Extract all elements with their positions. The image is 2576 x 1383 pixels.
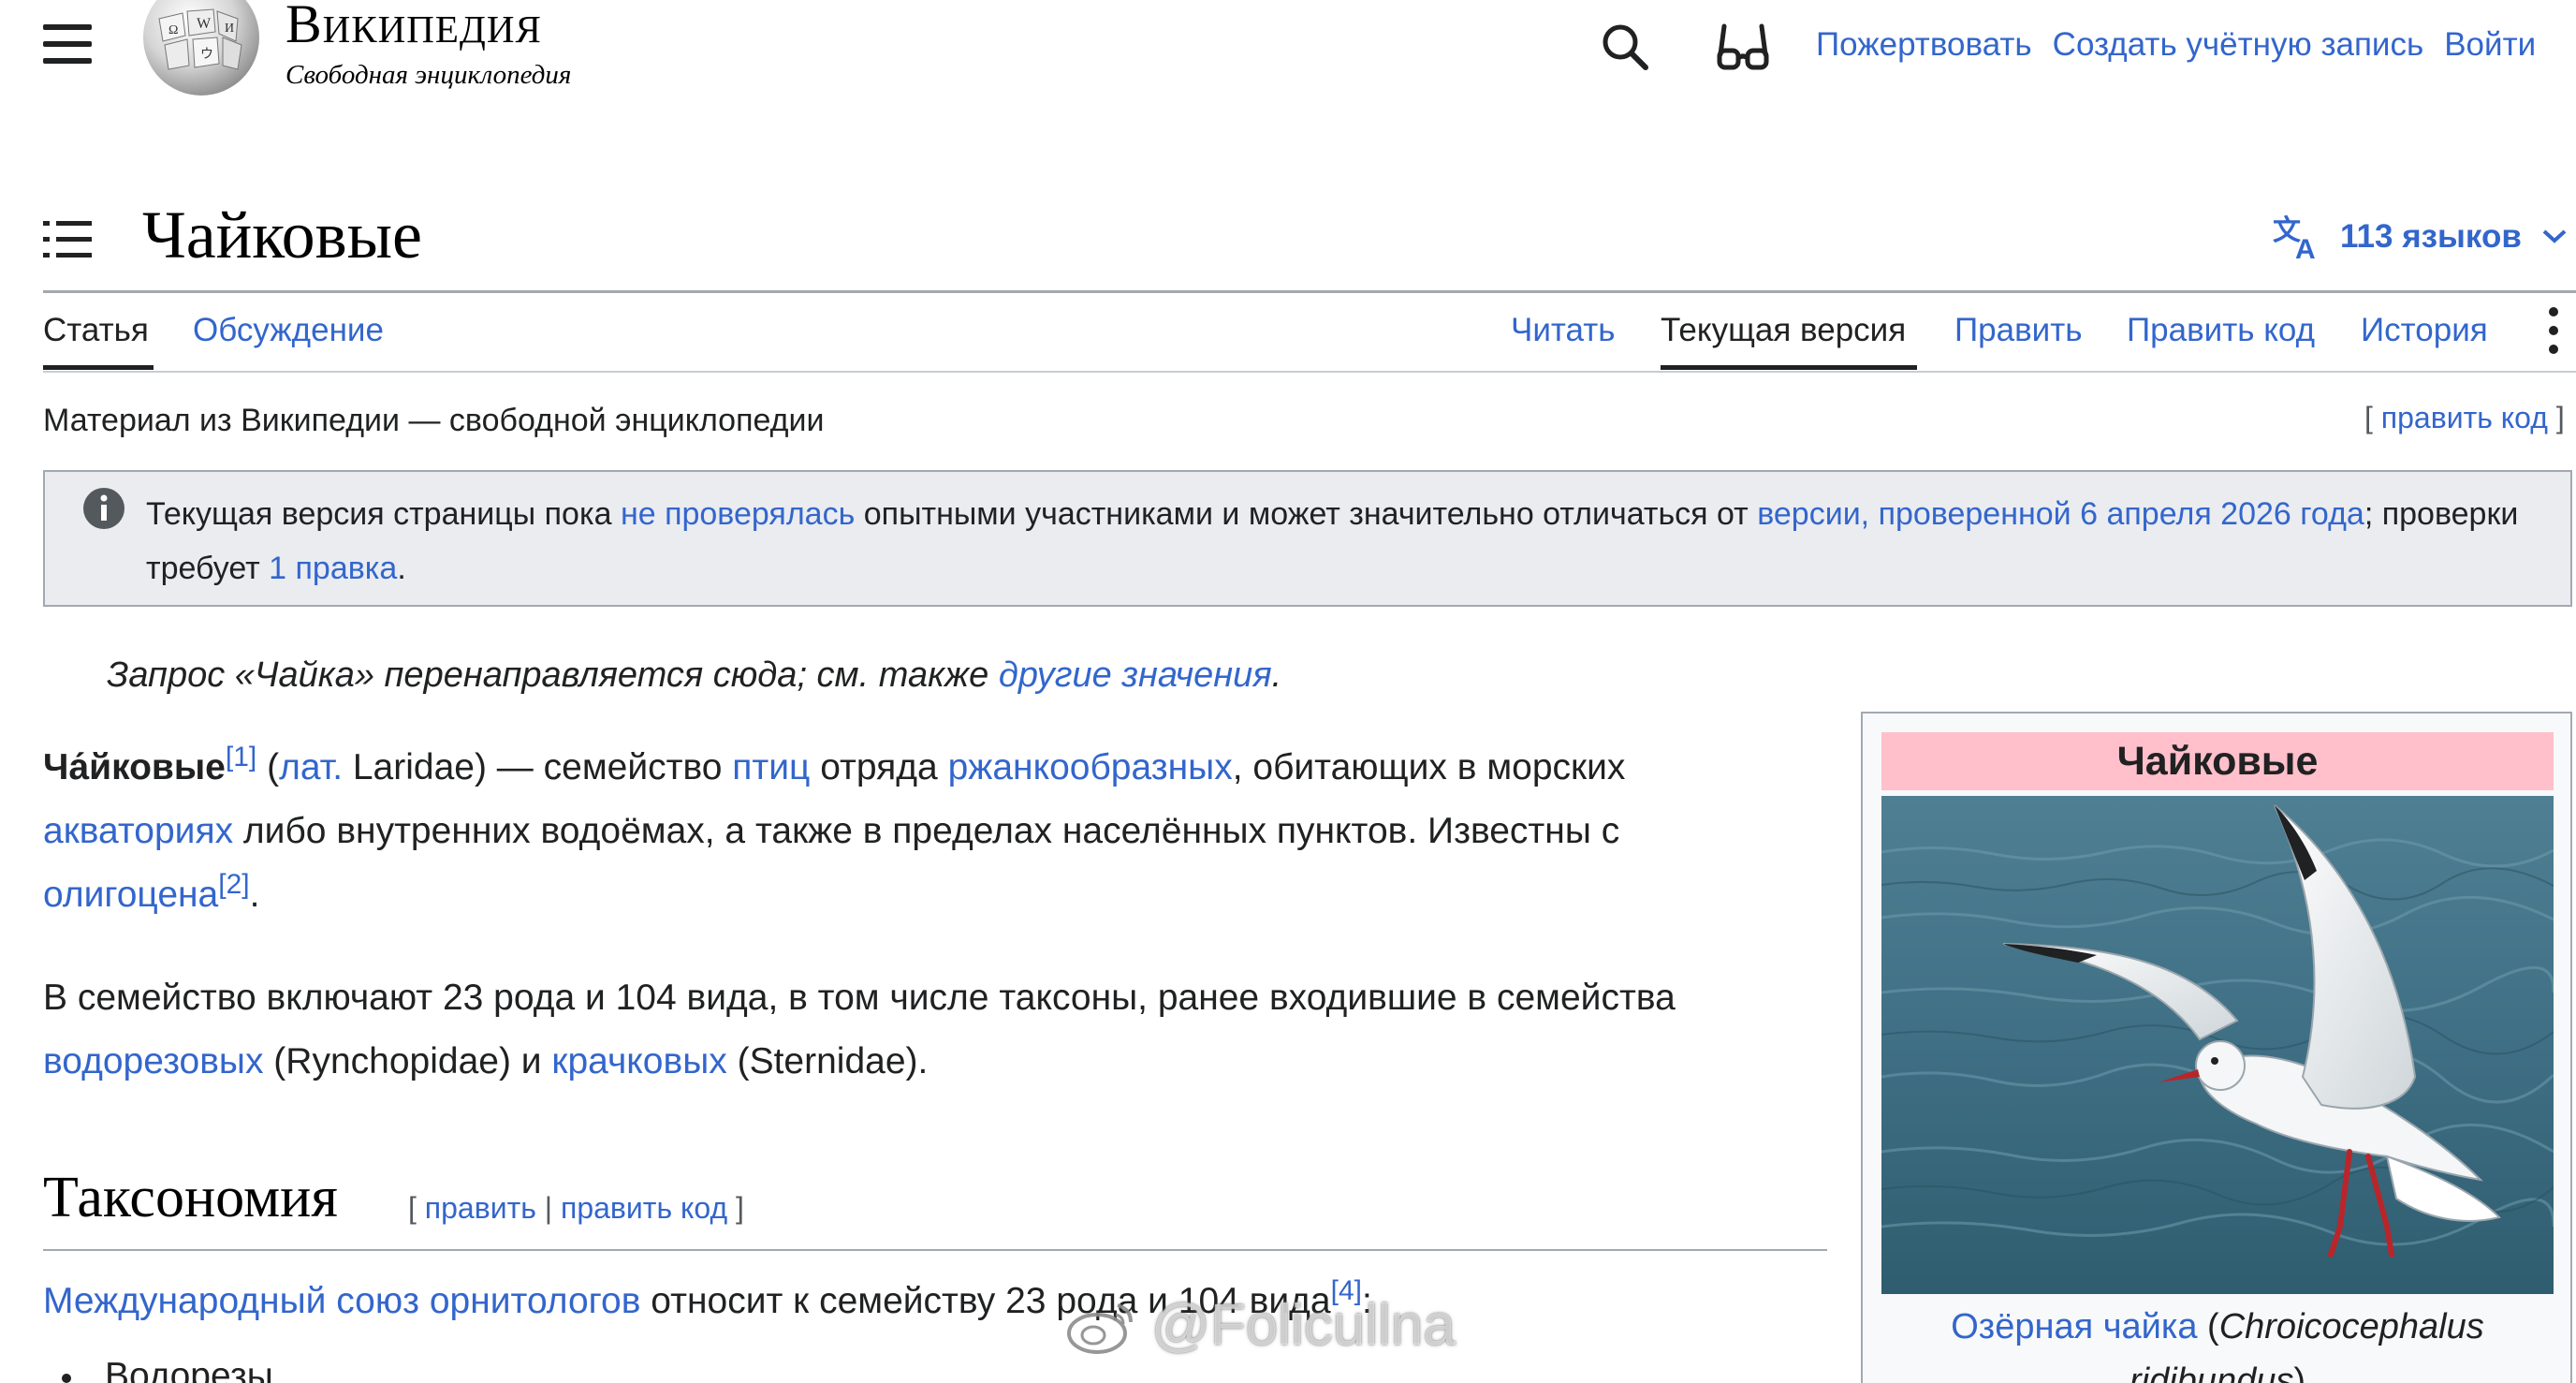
pending-edits-link[interactable]: 1 правка (269, 551, 397, 586)
section-heading-taxonomy: Таксономия (43, 1166, 338, 1229)
login-link[interactable]: Войти (2444, 26, 2536, 63)
svg-text:W: W (197, 16, 212, 32)
language-selector-button[interactable]: 文 A 113 языков (2273, 213, 2576, 260)
section-edit-links: [ править | править код ] (408, 1191, 744, 1225)
tab-read[interactable]: Читать (1511, 312, 1615, 349)
lead-paragraph: Ча́йковые[1] (лат. Laridae) — семейство … (43, 742, 1626, 916)
notice-text: Текущая версия страницы пока не проверял… (146, 496, 2519, 586)
reviewed-version-link[interactable]: версии, проверенной 6 апреля 2026 года (1757, 496, 2364, 532)
wikipedia-page: W Ω И ウ Википедия Свободная энциклопедия… (0, 0, 2576, 1383)
tab-history[interactable]: История (2361, 312, 2488, 349)
infobox-title: Чайковые (1881, 732, 2554, 790)
infobox-caption: Озёрная чайка (Chroicocephalus ridibundu… (1881, 1300, 2554, 1383)
hatnote: Запрос «Чайка» перенаправляется сюда; см… (107, 655, 1282, 695)
info-icon (83, 488, 124, 529)
wikipedia-tagline: Свободная энциклопедия (285, 60, 572, 90)
page-title: Чайковые (142, 198, 422, 272)
taxonomy-paragraph: Международный союз орнитологов относит к… (43, 1275, 1372, 1322)
search-icon[interactable] (1599, 21, 1651, 73)
skimmers-link[interactable]: водорезовых (43, 1041, 263, 1081)
section-divider (43, 1249, 1827, 1251)
oligocene-link[interactable]: олигоцена (43, 875, 218, 915)
main-menu-icon[interactable] (43, 24, 92, 67)
not-reviewed-link[interactable]: не проверялась (621, 496, 855, 532)
title-divider (43, 290, 2576, 293)
bullet (62, 1373, 71, 1383)
wikipedia-globe-logo[interactable]: W Ω И ウ (140, 0, 262, 103)
tab-article-underline (43, 365, 154, 370)
tab-current-version-underline (1661, 365, 1917, 370)
ref-2-link[interactable]: [2] (218, 869, 249, 900)
waters-link[interactable]: акваториях (43, 811, 233, 851)
terns-link[interactable]: крачковых (551, 1041, 726, 1081)
wikipedia-wordmark[interactable]: Википедия (285, 0, 542, 55)
translate-icon: 文 A (2273, 214, 2316, 260)
weibo-logo-icon (1067, 1302, 1133, 1354)
section-edit-code-link[interactable]: править код (561, 1191, 727, 1225)
language-count: 113 языков (2340, 218, 2522, 255)
charadriiformes-link[interactable]: ржанкообразных (948, 747, 1233, 787)
tabs-divider (43, 371, 2576, 373)
ref-1-link[interactable]: [1] (226, 742, 256, 772)
tab-article[interactable]: Статья (43, 312, 149, 349)
birds-link[interactable]: птиц (732, 747, 810, 787)
table-of-contents-icon[interactable] (43, 219, 92, 260)
ioc-link[interactable]: Международный союз орнитологов (43, 1281, 640, 1321)
tab-talk[interactable]: Обсуждение (193, 312, 384, 349)
tab-edit-source[interactable]: Править код (2127, 312, 2315, 349)
section-edit-link[interactable]: править (425, 1191, 536, 1225)
disambiguation-link[interactable]: другие значения (999, 655, 1272, 695)
personal-tools: Пожертвовать Создать учётную запись Войти (1816, 26, 2536, 64)
latin-link[interactable]: лат. (279, 747, 343, 787)
svg-text:ウ: ウ (200, 47, 213, 62)
chevron-down-icon (2542, 229, 2567, 243)
svg-text:Ω: Ω (168, 23, 178, 37)
family-paragraph: В семейство включают 23 рода и 104 вида,… (43, 978, 1676, 1081)
svg-text:A: A (2295, 234, 2316, 260)
reading-glasses-icon[interactable] (1715, 19, 1771, 75)
svg-text:И: И (225, 22, 234, 36)
create-account-link[interactable]: Создать учётную запись (2053, 26, 2424, 63)
tab-current-version[interactable]: Текущая версия (1661, 312, 1906, 349)
edit-code-top-link[interactable]: править код (2381, 401, 2548, 434)
donate-link[interactable]: Пожертвовать (1816, 26, 2032, 63)
site-subtitle: Материал из Википедии — свободной энцикл… (43, 403, 825, 438)
list-item: Водорезы (62, 1356, 273, 1383)
watermark: @Folicullna (1065, 1292, 1456, 1359)
lead-term: Ча́йковые (43, 747, 226, 787)
more-actions-icon[interactable] (2544, 307, 2563, 361)
black-headed-gull-link[interactable]: Озёрная чайка (1951, 1307, 2197, 1346)
gull-photo[interactable] (1881, 796, 2554, 1294)
edit-code-top: [ править код ] (2364, 401, 2565, 434)
tab-edit[interactable]: Править (1954, 312, 2083, 349)
